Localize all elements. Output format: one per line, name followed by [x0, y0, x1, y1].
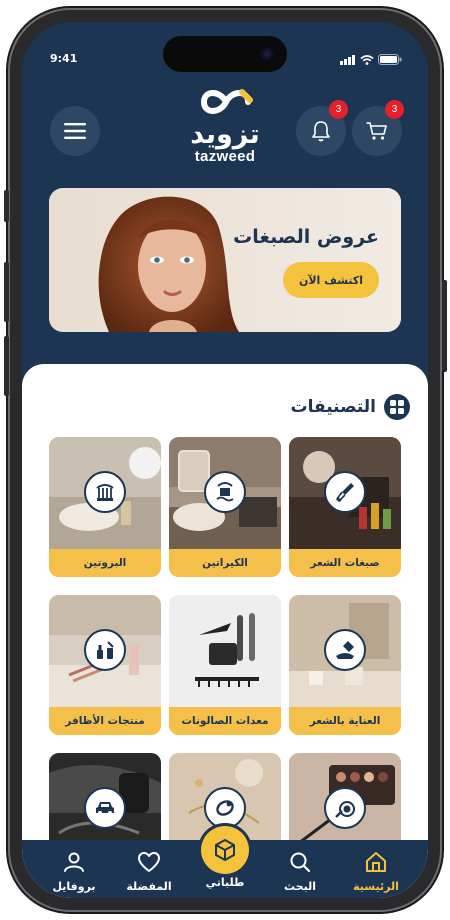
category-card-salon-equipment[interactable]: معدات الصالونات [169, 595, 281, 735]
banner-model-image [49, 188, 401, 332]
category-label: العناية بالشعر [289, 707, 401, 735]
phone-action-button [4, 190, 9, 222]
car-icon [84, 787, 126, 829]
nav-orders-label: طلباتي [205, 876, 245, 889]
menu-button[interactable] [50, 106, 100, 156]
hair-dye-brush-icon [324, 471, 366, 513]
nav-home-label: الرئيسية [353, 880, 399, 893]
status-bar: 9:41 [22, 52, 428, 68]
cart-icon [366, 122, 387, 140]
cellular-signal-icon [340, 54, 355, 65]
nav-orders[interactable]: طلباتي [195, 874, 255, 889]
bracelet-icon [204, 787, 246, 829]
category-card-nail-products[interactable]: منتجات الأظافر [49, 595, 161, 735]
battery-icon [378, 54, 402, 65]
bell-icon [312, 121, 330, 142]
logo-mark-icon [200, 89, 253, 114]
home-icon [366, 852, 386, 872]
logo-arabic-text: تزويد [190, 119, 260, 150]
bottom-navigation: الرئيسية البحث طلباتي المفضلة بروفايل [22, 826, 428, 898]
phone-volume-down-button [4, 336, 9, 396]
makeup-icon [324, 787, 366, 829]
app-logo: تزويد tazweed [180, 86, 270, 166]
category-label: الكيراتين [169, 549, 281, 577]
status-time: 9:41 [50, 52, 78, 65]
grid-icon [384, 394, 410, 420]
nav-search[interactable]: البحث [270, 850, 330, 893]
nav-home[interactable]: الرئيسية [346, 850, 406, 893]
category-label: معدات الصالونات [169, 707, 281, 735]
notifications-button[interactable]: 3 [296, 100, 348, 156]
category-photo [169, 595, 281, 707]
heart-icon [138, 852, 160, 872]
category-label: منتجات الأظافر [49, 707, 161, 735]
keratin-hair-icon [204, 471, 246, 513]
notifications-badge: 3 [329, 100, 348, 119]
nav-favorites-label: المفضلة [126, 880, 172, 893]
nav-orders-button[interactable] [201, 826, 249, 874]
wifi-icon [360, 54, 374, 65]
nav-search-label: البحث [284, 880, 316, 893]
category-label: البروتين [49, 549, 161, 577]
category-label: صبغات الشعر [289, 549, 401, 577]
nav-favorites[interactable]: المفضلة [119, 850, 179, 893]
search-icon [290, 852, 311, 873]
nail-products-icon [84, 629, 126, 671]
box-icon [215, 839, 235, 861]
category-card-hair-dye[interactable]: صبغات الشعر [289, 437, 401, 577]
protein-hair-icon [84, 471, 126, 513]
categories-panel: التصنيفات صبغات الشعر الكيراتين البروتين… [22, 364, 428, 898]
category-card-hair-care[interactable]: العناية بالشعر [289, 595, 401, 735]
phone-power-button [442, 280, 447, 372]
category-card-protein[interactable]: البروتين [49, 437, 161, 577]
promo-banner[interactable]: عروض الصبغات اكتشف الآن [49, 188, 401, 332]
categories-title: التصنيفات [290, 397, 376, 417]
banner-title: عروض الصبغات [233, 226, 379, 248]
cart-button[interactable]: 3 [352, 100, 404, 156]
user-icon [64, 852, 84, 872]
phone-volume-up-button [4, 262, 9, 322]
logo-english-text: tazweed [194, 148, 256, 165]
banner-cta-button[interactable]: اكتشف الآن [283, 262, 379, 298]
app-screen: 9:41 تزويد tazweed 3 3 عروض الصبغات اكتش… [22, 22, 428, 898]
category-card-keratin[interactable]: الكيراتين [169, 437, 281, 577]
nav-profile[interactable]: بروفايل [44, 850, 104, 893]
nav-profile-label: بروفايل [52, 880, 96, 893]
hamburger-menu-icon [64, 123, 86, 139]
hair-care-icon [324, 629, 366, 671]
cart-badge: 3 [385, 100, 404, 119]
categories-header: التصنيفات [291, 394, 410, 420]
